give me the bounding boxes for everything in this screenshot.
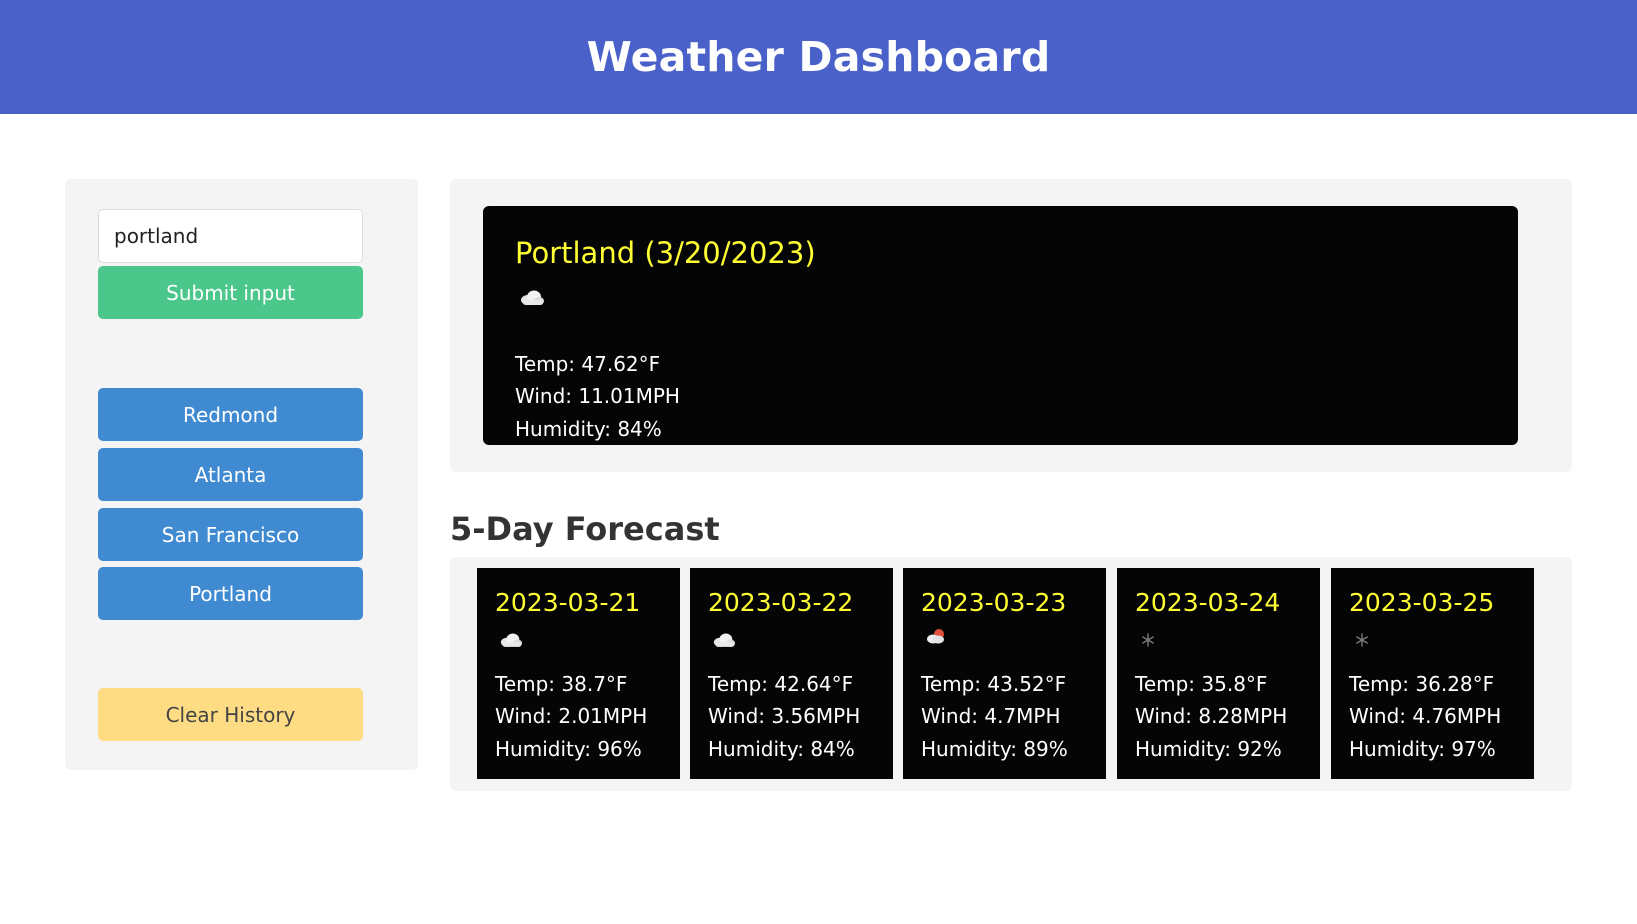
forecast-card: 2023-03-21 Temp: 38.7°F Wind: 2.01MPH Hu…	[477, 568, 680, 779]
forecast-heading: 5-Day Forecast	[450, 510, 720, 548]
current-weather-card: Portland (3/20/2023) Temp: 47.62°F Wind:…	[483, 206, 1518, 445]
cloud-icon	[519, 288, 545, 310]
current-city-title: Portland (3/20/2023)	[515, 236, 816, 270]
forecast-humidity: Humidity: 92%	[1135, 737, 1282, 761]
current-weather-panel: Portland (3/20/2023) Temp: 47.62°F Wind:…	[450, 179, 1572, 472]
snowflake-icon	[1141, 632, 1155, 651]
forecast-date: 2023-03-25	[1349, 588, 1495, 617]
rain-cloud-icon	[925, 628, 947, 649]
history-button-san-francisco[interactable]: San Francisco	[98, 508, 363, 561]
forecast-temp: Temp: 36.28°F	[1349, 672, 1495, 696]
forecast-temp: Temp: 43.52°F	[921, 672, 1067, 696]
clear-history-button[interactable]: Clear History	[98, 688, 363, 741]
forecast-card: 2023-03-22 Temp: 42.64°F Wind: 3.56MPH H…	[690, 568, 893, 779]
forecast-panel: 2023-03-21 Temp: 38.7°F Wind: 2.01MPH Hu…	[450, 557, 1572, 791]
forecast-wind: Wind: 8.28MPH	[1135, 704, 1288, 728]
current-temp: Temp: 47.62°F	[515, 352, 661, 376]
forecast-wind: Wind: 2.01MPH	[495, 704, 648, 728]
forecast-date: 2023-03-23	[921, 588, 1067, 617]
forecast-card: 2023-03-23 Temp: 43.52°F Wind: 4.7MPH Hu…	[903, 568, 1106, 779]
page-title: Weather Dashboard	[586, 33, 1051, 81]
city-search-input[interactable]	[98, 209, 363, 263]
cloud-icon	[712, 631, 736, 652]
forecast-temp: Temp: 42.64°F	[708, 672, 854, 696]
search-sidebar: Submit input Redmond Atlanta San Francis…	[65, 179, 418, 770]
forecast-card: 2023-03-25 Temp: 36.28°F Wind: 4.76MPH H…	[1331, 568, 1534, 779]
current-wind: Wind: 11.01MPH	[515, 384, 680, 408]
history-button-redmond[interactable]: Redmond	[98, 388, 363, 441]
forecast-wind: Wind: 3.56MPH	[708, 704, 861, 728]
forecast-humidity: Humidity: 97%	[1349, 737, 1496, 761]
forecast-date: 2023-03-21	[495, 588, 641, 617]
snowflake-icon	[1355, 632, 1369, 651]
forecast-temp: Temp: 38.7°F	[495, 672, 628, 696]
forecast-humidity: Humidity: 96%	[495, 737, 642, 761]
forecast-wind: Wind: 4.7MPH	[921, 704, 1061, 728]
history-button-atlanta[interactable]: Atlanta	[98, 448, 363, 501]
submit-button[interactable]: Submit input	[98, 266, 363, 319]
forecast-humidity: Humidity: 89%	[921, 737, 1068, 761]
cloud-icon	[499, 631, 523, 652]
forecast-date: 2023-03-22	[708, 588, 854, 617]
current-humidity: Humidity: 84%	[515, 417, 662, 441]
history-button-portland[interactable]: Portland	[98, 567, 363, 620]
forecast-wind: Wind: 4.76MPH	[1349, 704, 1502, 728]
forecast-temp: Temp: 35.8°F	[1135, 672, 1268, 696]
header-bar: Weather Dashboard	[0, 0, 1637, 114]
forecast-humidity: Humidity: 84%	[708, 737, 855, 761]
forecast-date: 2023-03-24	[1135, 588, 1281, 617]
forecast-card: 2023-03-24 Temp: 35.8°F Wind: 8.28MPH Hu…	[1117, 568, 1320, 779]
